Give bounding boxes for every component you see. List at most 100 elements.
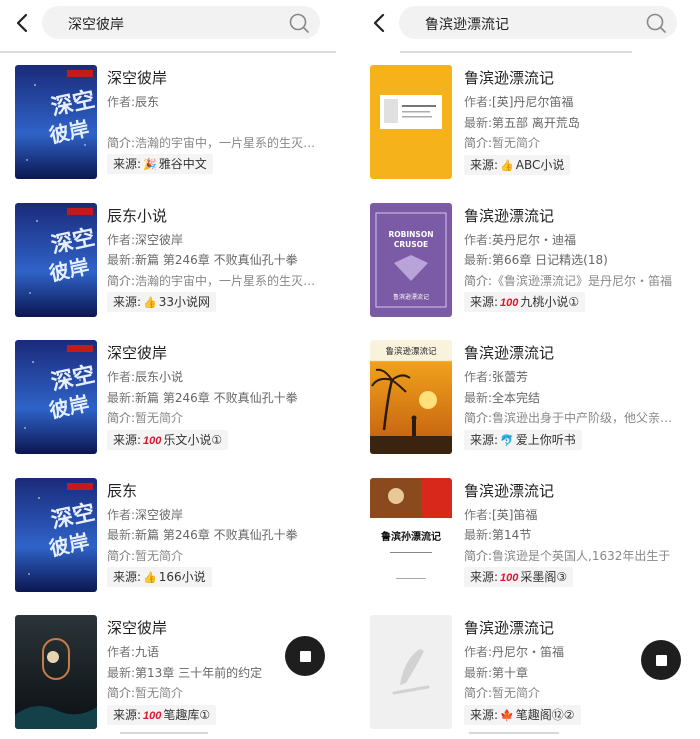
author-name: 丹尼尔・笛福 xyxy=(492,645,565,659)
author-name: 辰东小说 xyxy=(135,370,184,384)
svg-text:鲁滨孙漂流记: 鲁滨孙漂流记 xyxy=(380,530,441,543)
latest-row: 最新:第14节 xyxy=(464,528,532,542)
book-cover xyxy=(370,615,452,729)
description-row: 简介:暂无简介 xyxy=(464,136,541,150)
scrollbar[interactable] xyxy=(120,732,208,734)
latest-row: 最新:新篇 第246章 不败真仙孔十拳 xyxy=(107,253,298,267)
source-tag[interactable]: 来源: 👍 33小说网 xyxy=(107,292,217,312)
thumbs-up-icon: 👍 xyxy=(500,158,514,172)
book-title[interactable]: 鲁滨逊漂流记 xyxy=(464,343,684,367)
book-cover: 鲁滨逊漂流记 xyxy=(370,340,452,454)
author-row: 作者:[英]丹尼尔笛福 xyxy=(464,95,574,109)
latest-row: 最新:第66章 日记精选(18) xyxy=(464,253,608,267)
book-title[interactable]: 深空彼岸 xyxy=(107,68,327,92)
book-title[interactable]: 鲁滨逊漂流记 xyxy=(464,481,684,505)
svg-text:ROBINSON: ROBINSON xyxy=(389,230,434,239)
source-name: 166小说 xyxy=(158,570,206,584)
chevron-left-icon xyxy=(16,13,28,33)
description-row: 简介:暂无简介 xyxy=(107,548,184,563)
book-item[interactable]: 深空 彼岸 辰东 作者:深空彼岸 最新:新篇 第246章 不败真仙孔十拳 简介:… xyxy=(0,473,336,611)
source-tag[interactable]: 来源: 100 采墨阁③ xyxy=(464,567,574,587)
author-name: 张蕾芳 xyxy=(492,370,529,384)
party-popper-icon: 🎉 xyxy=(143,158,157,171)
source-tag[interactable]: 来源: 100 九桃小说① xyxy=(464,292,586,312)
author-name: 深空彼岸 xyxy=(135,232,184,247)
source-tag[interactable]: 来源: 👍 166小说 xyxy=(107,567,212,587)
description-row: 简介:鲁滨逊出身于中产阶级，他父亲希望他 xyxy=(464,411,684,425)
result-list[interactable]: 深空 彼岸 深空彼岸 作者:辰东 简介:浩瀚的宇宙中，一片星系的生灭，也不过是刹… xyxy=(0,60,336,739)
author-row: 作者:辰东小说 xyxy=(107,370,184,384)
book-cover xyxy=(370,65,452,179)
source-tag[interactable]: 来源: 🍁 笔趣阁⑫② xyxy=(464,704,581,725)
author-name: 深空彼岸 xyxy=(135,507,184,522)
back-button[interactable] xyxy=(8,9,36,37)
book-title[interactable]: 辰东小说 xyxy=(107,206,327,230)
book-cover xyxy=(15,615,97,729)
hundred-points-icon: 100 xyxy=(143,709,162,722)
description-row: 简介:《鲁滨逊漂流记》是丹尼尔・笛福 xyxy=(464,273,673,288)
hundred-points-icon: 100 xyxy=(500,297,519,309)
book-item[interactable]: 深空 彼岸 深空彼岸 作者:辰东 简介:浩瀚的宇宙中，一片星系的生灭，也不过是刹… xyxy=(0,60,336,198)
source-name: 雅谷中文 xyxy=(158,157,207,171)
book-cover: 深空 彼岸 xyxy=(15,202,97,317)
book-item[interactable]: 鲁滨逊漂流记 鲁滨逊漂流记 作者:张蕾芳 最新:全本完结 简介:鲁滨逊出身于中产… xyxy=(357,335,693,473)
stop-button[interactable] xyxy=(285,636,325,676)
source-tag[interactable]: 来源: 🐬 爱上你听书 xyxy=(464,429,582,450)
author-name: 辰东 xyxy=(135,95,160,109)
hundred-points-icon: 100 xyxy=(143,434,162,447)
latest-row: 最新:全本完结 xyxy=(464,390,541,405)
book-item[interactable]: 鲁滨逊漂流记 作者:丹尼尔・笛福 最新:第十章 简介:暂无简介 来源: 🍁 笔趣阁⑫… xyxy=(357,610,693,739)
description-row: 简介:暂无简介 xyxy=(464,686,541,700)
book-cover: 深空 彼岸 xyxy=(15,477,97,592)
book-item[interactable]: 鲁滨逊漂流记 作者:[英]丹尼尔笛福 最新:第五部 离开荒岛 简介:暂无简介 来… xyxy=(357,60,693,198)
chevron-left-icon xyxy=(373,13,385,33)
right-panel: 鲁滨逊漂流记 鲁滨逊漂流记 作者:[英]丹尼尔笛福 最新:第五部 离开荒岛 简介… xyxy=(357,0,693,739)
back-button[interactable] xyxy=(365,9,393,37)
search-input[interactable]: 鲁滨逊漂流记 xyxy=(399,6,677,39)
author-name: [英]丹尼尔笛福 xyxy=(492,95,574,109)
source-name: ABC小说 xyxy=(515,157,565,172)
svg-text:CRUSOE: CRUSOE xyxy=(394,240,428,249)
book-item[interactable]: 深空 彼岸 辰东小说 作者:深空彼岸 最新:新篇 第246章 不败真仙孔十拳 简… xyxy=(0,198,336,336)
source-tag[interactable]: 来源: 100 笔趣库① xyxy=(107,704,217,725)
latest-row: 最新:新篇 第246章 不败真仙孔十拳 xyxy=(107,390,298,405)
latest-row: 最新:第五部 离开荒岛 xyxy=(464,115,580,130)
author-row: 作者:深空彼岸 xyxy=(107,507,184,522)
source-tag[interactable]: 来源: 👍 ABC小说 xyxy=(464,154,571,175)
source-name: 33小说网 xyxy=(158,295,211,309)
left-panel: 深空彼岸 深空 彼岸 深空彼岸 作者:辰东 简介:浩瀚的宇宙中，一片星系的生灭，… xyxy=(0,0,336,739)
maple-leaf-icon: 🍁 xyxy=(500,708,514,722)
author-name: [英]笛福 xyxy=(492,507,538,522)
description-row: 简介:暂无简介 xyxy=(107,411,184,425)
book-item[interactable]: ROBINSON CRUSOE 鲁滨逊漂流记 鲁滨逊漂流记 作者:英丹尼尔・迪福… xyxy=(357,198,693,336)
source-name: 笔趣库① xyxy=(163,707,211,722)
source-name: 采墨阁③ xyxy=(520,570,568,584)
book-item[interactable]: 深空 彼岸 深空彼岸 作者:辰东小说 最新:新篇 第246章 不败真仙孔十拳 简… xyxy=(0,335,336,473)
book-title[interactable]: 辰东 xyxy=(107,481,327,505)
book-item[interactable]: 鲁滨孙漂流记 鲁滨逊漂流记 作者:[英]笛福 最新:第14节 简介:鲁滨逊是个英… xyxy=(357,473,693,611)
source-name: 爱上你听书 xyxy=(515,432,576,447)
scrollbar[interactable] xyxy=(469,732,559,734)
search-icon[interactable] xyxy=(288,12,310,34)
book-title[interactable]: 鲁滨逊漂流记 xyxy=(464,618,684,642)
book-item[interactable]: 深空彼岸 作者:九语 最新:第13章 三十年前的约定 简介:暂无简介 来源: 10… xyxy=(0,610,336,739)
author-row: 作者:张蕾芳 xyxy=(464,370,529,384)
description-row: 简介:暂无简介 xyxy=(107,686,184,700)
search-header: 鲁滨逊漂流记 xyxy=(357,0,693,48)
stop-icon xyxy=(655,654,667,666)
dolphin-icon: 🐬 xyxy=(500,433,514,447)
search-query: 鲁滨逊漂流记 xyxy=(425,17,509,33)
stop-icon xyxy=(299,650,311,662)
search-icon[interactable] xyxy=(645,12,667,34)
result-list[interactable]: 鲁滨逊漂流记 作者:[英]丹尼尔笛福 最新:第五部 离开荒岛 简介:暂无简介 来… xyxy=(357,60,693,739)
author-row: 作者:英丹尼尔・迪福 xyxy=(464,232,577,247)
latest-row: 最新:新篇 第246章 不败真仙孔十拳 xyxy=(107,528,298,542)
book-title[interactable]: 鲁滨逊漂流记 xyxy=(464,68,684,92)
stop-button[interactable] xyxy=(641,640,681,680)
source-tag[interactable]: 来源: 100 乐文小说① xyxy=(107,429,229,450)
source-tag[interactable]: 来源: 🎉 雅谷中文 xyxy=(107,154,213,174)
book-title[interactable]: 鲁滨逊漂流记 xyxy=(464,206,684,230)
search-input[interactable]: 深空彼岸 xyxy=(42,6,320,39)
book-cover: 深空 彼岸 xyxy=(15,340,97,454)
book-title[interactable]: 深空彼岸 xyxy=(107,343,327,367)
